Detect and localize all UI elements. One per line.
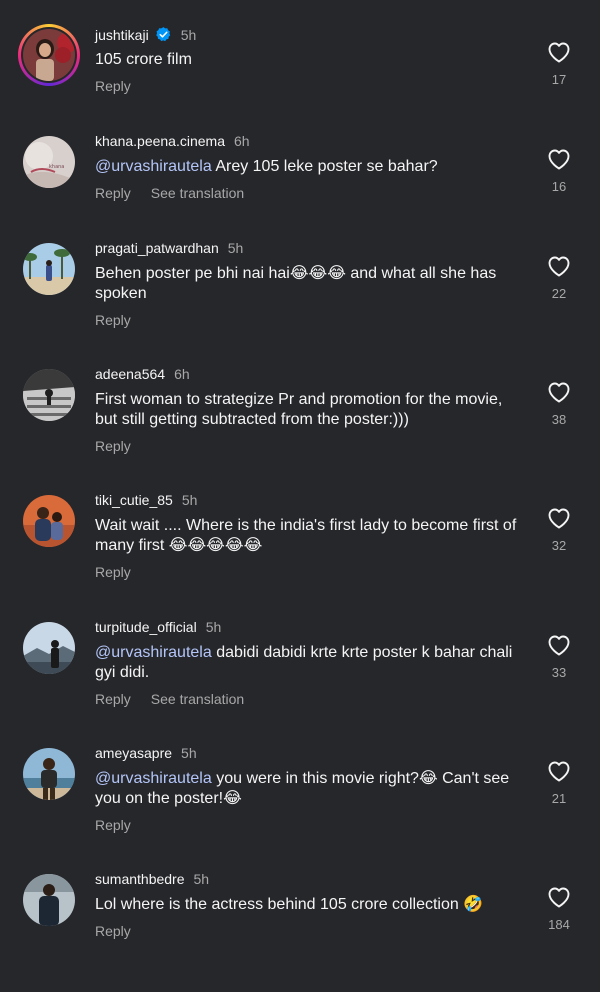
reply-button[interactable]: Reply: [95, 817, 131, 833]
comment-username[interactable]: turpitude_official: [95, 619, 197, 635]
avatar-story-ring[interactable]: [18, 24, 80, 86]
heart-icon[interactable]: [547, 41, 571, 63]
like-count: 184: [548, 917, 570, 932]
comment-timestamp: 6h: [234, 133, 250, 149]
comment-text: @urvashirautela you were in this movie r…: [95, 769, 525, 809]
avatar[interactable]: [23, 495, 75, 547]
like-count: 21: [551, 791, 567, 806]
comment-text: 105 crore film: [95, 50, 525, 70]
reply-button[interactable]: Reply: [95, 185, 131, 201]
reply-button[interactable]: Reply: [95, 312, 131, 328]
avatar[interactable]: [23, 622, 75, 674]
reply-button[interactable]: Reply: [95, 438, 131, 454]
comment-item: pragati_patwardhan 5h Behen poster pe bh…: [0, 235, 600, 361]
comment-text: Wait wait .... Where is the india's firs…: [95, 516, 525, 556]
comment-username[interactable]: ameyasapre: [95, 745, 172, 761]
avatar: [23, 29, 75, 81]
comment-body: Arey 105 leke poster se bahar?: [211, 158, 438, 175]
comment-item: adeena564 6h First woman to strategize P…: [0, 361, 600, 487]
comment-timestamp: 5h: [181, 492, 198, 508]
comment-username[interactable]: sumanthbedre: [95, 871, 185, 887]
heart-icon[interactable]: [547, 255, 571, 277]
heart-icon[interactable]: [547, 760, 571, 782]
like-count: 17: [551, 72, 567, 87]
reply-button[interactable]: Reply: [95, 923, 131, 939]
comments-list: jushtikaji 5h 105 crore film Reply 17 kh…: [0, 0, 600, 954]
comment-body: 105 crore film: [95, 51, 192, 68]
comment-body: Lol where is the actress behind 105 cror…: [95, 896, 484, 913]
avatar[interactable]: [23, 369, 75, 421]
comment-username[interactable]: khana.peena.cinema: [95, 133, 225, 149]
comment-item: sumanthbedre 5h Lol where is the actress…: [0, 866, 600, 992]
see-translation-button[interactable]: See translation: [151, 185, 244, 201]
heart-icon[interactable]: [547, 148, 571, 170]
like-count: 38: [551, 412, 567, 427]
comment-text: Lol where is the actress behind 105 cror…: [95, 895, 525, 915]
comment-text: @urvashirautela dabidi dabidi krte krte …: [95, 643, 525, 683]
reply-button[interactable]: Reply: [95, 564, 131, 580]
comment-timestamp: 5h: [227, 240, 244, 256]
heart-icon[interactable]: [547, 886, 571, 908]
comment-timestamp: 5h: [205, 619, 222, 635]
comment-mention[interactable]: @urvashirautela: [95, 158, 212, 175]
comment-mention[interactable]: @urvashirautela: [95, 644, 212, 661]
avatar[interactable]: [23, 243, 75, 295]
comment-timestamp: 5h: [181, 745, 197, 761]
comment-text: @urvashirautela Arey 105 leke poster se …: [95, 157, 525, 177]
avatar[interactable]: [23, 874, 75, 926]
comment-timestamp: 6h: [174, 366, 190, 382]
comment-text: Behen poster pe bhi nai hai😂😂😂 and what …: [95, 264, 525, 304]
see-translation-button[interactable]: See translation: [151, 691, 244, 707]
comment-timestamp: 5h: [180, 26, 197, 43]
like-count: 33: [551, 665, 567, 680]
comment-text: First woman to strategize Pr and promoti…: [95, 390, 525, 430]
comment-body: First woman to strategize Pr and promoti…: [95, 391, 503, 428]
avatar[interactable]: [23, 748, 75, 800]
like-count: 16: [551, 179, 567, 194]
comment-username[interactable]: jushtikaji: [95, 27, 149, 43]
avatar[interactable]: khana: [23, 136, 75, 188]
reply-button[interactable]: Reply: [95, 78, 131, 94]
verified-badge-icon: [155, 26, 172, 43]
comment-username[interactable]: tiki_cutie_85: [95, 492, 173, 508]
comment-timestamp: 5h: [193, 871, 210, 887]
comment-body: Behen poster pe bhi nai hai😂😂😂 and what …: [95, 265, 497, 302]
comment-username[interactable]: pragati_patwardhan: [95, 240, 219, 256]
svg-text:khana: khana: [49, 164, 64, 170]
heart-icon[interactable]: [547, 634, 571, 656]
like-count: 32: [551, 538, 567, 553]
comment-item: ameyasapre 5h @urvashirautela you were i…: [0, 740, 600, 866]
heart-icon[interactable]: [547, 381, 571, 403]
comment-username[interactable]: adeena564: [95, 366, 165, 382]
heart-icon[interactable]: [547, 507, 571, 529]
comment-mention[interactable]: @urvashirautela: [95, 770, 212, 787]
reply-button[interactable]: Reply: [95, 691, 131, 707]
comment-body: Wait wait .... Where is the india's firs…: [95, 517, 517, 554]
comment-item: turpitude_official 5h @urvashirautela da…: [0, 614, 600, 740]
like-count: 22: [551, 286, 567, 301]
comment-item: tiki_cutie_85 5h Wait wait .... Where is…: [0, 487, 600, 613]
